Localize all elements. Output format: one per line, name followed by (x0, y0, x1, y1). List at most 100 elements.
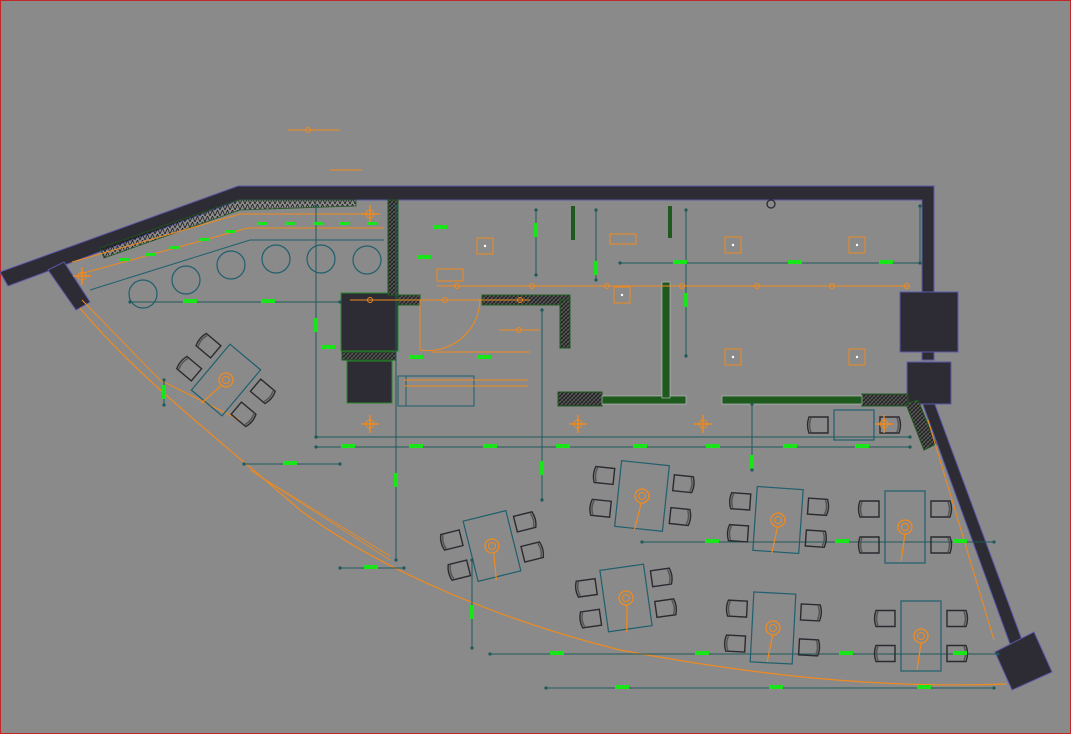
dimension-endpoint (470, 558, 474, 562)
pendant-light (618, 590, 634, 606)
dimension-label (394, 473, 398, 487)
dimension-label (119, 258, 129, 261)
dimension-label (788, 260, 802, 264)
dimension-label (261, 299, 275, 303)
chair (930, 536, 953, 554)
chair (649, 567, 673, 588)
dimension-endpoint (470, 646, 474, 650)
interior-partition (341, 199, 937, 451)
dining-set (857, 490, 953, 564)
dimension-endpoint (402, 566, 406, 570)
chair (873, 609, 896, 628)
dimension-endpoint (338, 462, 342, 466)
dimension-endpoint (594, 208, 598, 212)
dimension-label (534, 223, 538, 237)
dimension-label (615, 685, 629, 689)
dimension-label (483, 444, 497, 448)
chair (230, 401, 257, 428)
chair (797, 638, 821, 657)
round-table (261, 244, 291, 274)
dimension-endpoint (162, 378, 166, 382)
chair (671, 474, 695, 494)
dimension-label (257, 222, 267, 225)
chair (728, 491, 752, 511)
dimension-label (673, 260, 687, 264)
dimension-label (364, 565, 378, 569)
chair (249, 378, 277, 405)
dimension-label (750, 455, 754, 469)
round-table (216, 250, 246, 280)
booth-table (833, 409, 875, 441)
dimension-label (684, 293, 688, 307)
dimension-label (283, 461, 297, 465)
dimension-endpoint (314, 435, 318, 439)
chair (653, 598, 678, 619)
dimension-endpoint (540, 308, 544, 312)
table (752, 485, 804, 555)
dimension-label (705, 539, 719, 543)
dimension-endpoint (314, 445, 318, 449)
round-table (306, 244, 336, 274)
round-table (128, 279, 158, 309)
dining-set (175, 332, 277, 428)
dimension-label (433, 225, 447, 229)
chair (520, 541, 545, 563)
dimension-label (183, 299, 197, 303)
dimension-label (556, 444, 570, 448)
dimension-label (477, 355, 491, 359)
dining-set (589, 460, 695, 532)
dimension-endpoint (996, 652, 1000, 656)
dimension-endpoint (488, 652, 492, 656)
dimension-label (285, 222, 295, 225)
dimension-label (409, 355, 423, 359)
dimension-label (879, 260, 893, 264)
dimension-endpoint (128, 300, 132, 304)
pendant-light (484, 538, 500, 554)
dimension-label (695, 651, 709, 655)
pendant-light (765, 620, 781, 636)
dimension-label (783, 444, 797, 448)
chair (857, 536, 880, 554)
chair (799, 603, 823, 622)
chair (574, 577, 599, 598)
dimension-endpoint (394, 558, 398, 562)
dimension-label (314, 318, 318, 332)
linear-light (436, 268, 464, 282)
pendant-light (913, 628, 929, 644)
dimension-label (225, 230, 235, 233)
dimension-label (540, 461, 544, 475)
table (599, 563, 653, 633)
dimension-label (855, 444, 869, 448)
dimension-endpoint (618, 261, 622, 265)
linear-light (609, 233, 637, 245)
dimension-endpoint (684, 208, 688, 212)
dimension-endpoint (338, 300, 342, 304)
dining-set (873, 600, 969, 672)
chair (447, 559, 472, 581)
dimension-label (321, 345, 335, 349)
dimension-endpoint (314, 204, 318, 208)
dimension-label (162, 385, 166, 399)
dimension-label (594, 261, 598, 275)
chair (725, 599, 749, 618)
dimension-endpoint (534, 208, 538, 212)
dimension-endpoint (540, 498, 544, 502)
dimension-label (339, 222, 349, 225)
table (749, 591, 797, 665)
dimension-label (417, 255, 431, 259)
dimension-endpoint (908, 445, 912, 449)
chair (175, 355, 203, 382)
chair (668, 506, 692, 527)
dimension-label (917, 685, 931, 689)
dimension-endpoint (750, 468, 754, 472)
drain-symbol (766, 199, 776, 209)
door-swing (404, 299, 530, 387)
fixture-symbol (875, 415, 893, 433)
dining-set (439, 509, 545, 583)
round-table (171, 265, 201, 295)
dimension-endpoint (750, 402, 754, 406)
dining-set (574, 563, 678, 633)
dimension-endpoint (242, 462, 246, 466)
dimension-label (550, 651, 564, 655)
dimension-endpoint (684, 354, 688, 358)
